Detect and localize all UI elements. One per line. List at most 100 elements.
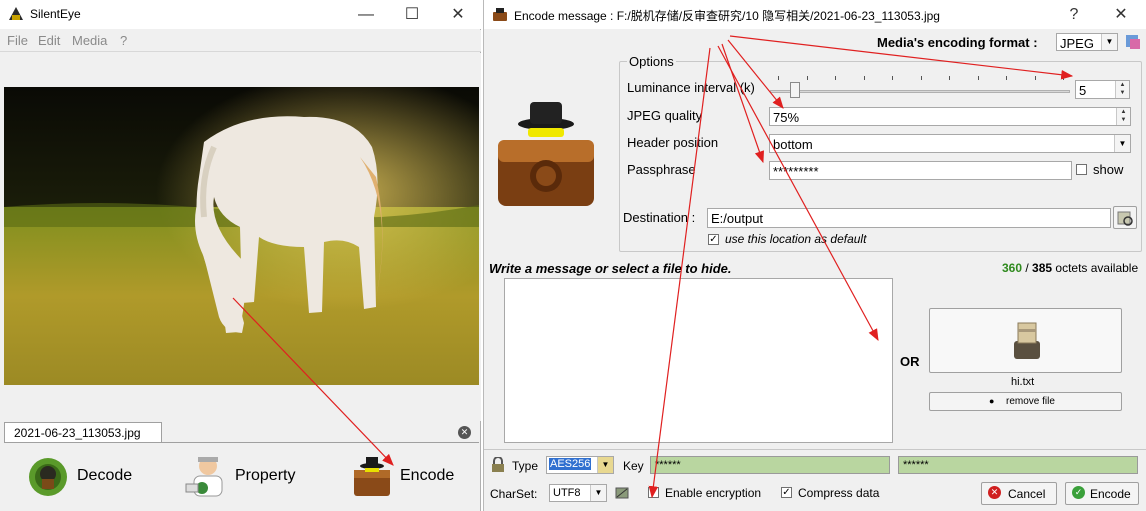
help-button[interactable]: ? <box>1054 0 1094 29</box>
folder-search-icon <box>1117 211 1133 226</box>
menu-edit[interactable]: Edit <box>38 33 60 48</box>
passphrase-input[interactable]: ********* <box>769 161 1072 180</box>
decode-label: Decode <box>77 467 133 484</box>
encode-button[interactable]: ✓ Encode <box>1065 482 1139 505</box>
slider-tick <box>1006 76 1007 80</box>
key-confirm-input[interactable]: ****** <box>898 456 1138 474</box>
remove-file-label: remove file <box>1006 396 1055 407</box>
luminance-value: 5 <box>1079 83 1087 98</box>
passphrase-value: ********* <box>773 164 819 179</box>
app-icon <box>9 7 23 20</box>
key-value: ****** <box>655 459 681 471</box>
show-label: show <box>1093 162 1124 177</box>
encode-tab-button[interactable]: Encode <box>348 452 468 502</box>
passphrase-label: Passphrase <box>627 162 696 177</box>
encode-dialog: Encode message : F:/脱机存储/反审查研究/10 隐写相关/2… <box>483 0 1146 511</box>
luminance-label: Luminance interval (k) <box>627 80 755 95</box>
slider-tick <box>977 76 979 80</box>
header-position-select[interactable]: bottom ▼ <box>769 134 1131 153</box>
encode-label: Encode <box>1090 487 1131 501</box>
slider-tick <box>1034 76 1036 80</box>
charset-select[interactable]: UTF8 ▼ <box>549 484 607 502</box>
menu-bar: File Edit Media ? <box>0 30 481 52</box>
charset-value: UTF8 <box>553 487 581 499</box>
slider-tick <box>1063 76 1064 80</box>
property-label: Property <box>235 467 296 484</box>
octets-suffix: octets available <box>1052 261 1139 275</box>
slider-tick <box>806 76 808 80</box>
octets-used: 360 <box>1002 261 1023 275</box>
browse-button[interactable] <box>1113 206 1137 229</box>
destination-value: E:/output <box>711 211 764 226</box>
file-archive-icon <box>1014 322 1040 359</box>
use-default-checkbox[interactable]: ✓ <box>708 234 719 245</box>
close-tab-icon[interactable]: ✕ <box>458 426 471 439</box>
minimize-button[interactable]: — <box>343 0 389 29</box>
slider-tick <box>920 76 922 80</box>
menu-media[interactable]: Media <box>72 33 107 48</box>
slider-tick <box>863 76 865 80</box>
key-input[interactable]: ****** <box>650 456 890 474</box>
close-button[interactable]: ✕ <box>435 0 481 29</box>
type-label: Type <box>512 459 539 473</box>
jpeg-quality-spinbox[interactable]: 75% ▲ ▼ <box>769 107 1131 126</box>
options-label: Options <box>627 54 676 69</box>
use-default-label: use this location as default <box>725 232 867 246</box>
encode-logo-icon <box>498 102 594 206</box>
title-bar: SilentEye — ☐ ✕ <box>0 0 481 29</box>
charset-tool-icon[interactable] <box>614 485 630 501</box>
header-position-value: bottom <box>773 137 813 152</box>
remove-file-button[interactable]: ● remove file <box>929 392 1122 411</box>
destination-label: Destination : <box>623 210 696 225</box>
luminance-spinbox[interactable]: 5 ▲ ▼ <box>1075 80 1130 99</box>
encode-briefcase-icon <box>354 457 390 496</box>
spin-arrows-icon[interactable]: ▲ ▼ <box>1115 81 1129 98</box>
destination-input[interactable]: E:/output <box>707 208 1111 228</box>
octets-available: 360 / 385 octets available <box>1002 261 1138 275</box>
message-textarea[interactable] <box>504 278 893 443</box>
encode-tab-label: Encode <box>400 467 455 484</box>
message-prompt: Write a message or select a file to hide… <box>489 261 732 276</box>
property-icon <box>185 457 223 497</box>
key-confirm-value: ****** <box>903 459 929 471</box>
slider-tick <box>892 76 893 80</box>
compress-label: Compress data <box>798 486 880 500</box>
charset-label: CharSet: <box>490 487 538 501</box>
dialog-title: Encode message : F:/脱机存储/反审查研究/10 隐写相关/2… <box>514 9 940 23</box>
horse-photo[interactable] <box>4 87 479 385</box>
menu-file[interactable]: File <box>7 33 28 48</box>
select-file-button[interactable] <box>929 308 1122 373</box>
slider-tick <box>778 76 779 80</box>
cancel-icon: ✕ <box>988 486 1001 499</box>
maximize-button[interactable]: ☐ <box>389 0 435 29</box>
file-tab[interactable]: 2021-06-23_113053.jpg <box>4 422 162 443</box>
format-select[interactable]: JPEG ▼ <box>1056 33 1118 51</box>
property-button[interactable]: Property <box>180 452 310 502</box>
enable-encryption-checkbox[interactable]: ✓ <box>648 487 659 498</box>
decode-icon <box>29 458 67 496</box>
menu-help[interactable]: ? <box>120 33 127 48</box>
format-label: Media's encoding format : <box>877 35 1038 50</box>
slider-track <box>770 90 1070 93</box>
enable-encryption-label: Enable encryption <box>665 486 762 500</box>
bottom-divider <box>484 449 1146 450</box>
format-settings-icon[interactable] <box>1124 33 1142 51</box>
compress-checkbox[interactable]: ✓ <box>781 487 792 498</box>
dialog-title-bar: Encode message : F:/脱机存储/反审查研究/10 隐写相关/2… <box>484 0 1146 29</box>
type-select[interactable]: AES256 ▼ <box>546 456 614 474</box>
cancel-button[interactable]: ✕ Cancel <box>981 482 1057 505</box>
type-value: AES256 <box>549 458 592 470</box>
spin-arrows-icon[interactable]: ▲ ▼ <box>1116 108 1130 125</box>
luminance-slider[interactable] <box>770 76 1070 100</box>
slider-tick <box>835 76 836 80</box>
chevron-down-icon: ▼ <box>1114 135 1130 152</box>
lock-icon <box>492 457 504 472</box>
header-position-label: Header position <box>627 135 719 150</box>
show-checkbox[interactable] <box>1076 164 1087 175</box>
slider-handle[interactable] <box>790 82 800 98</box>
or-label: OR <box>900 354 920 369</box>
dialog-close-button[interactable]: ✕ <box>1098 0 1144 29</box>
decode-button[interactable]: Decode <box>22 452 142 502</box>
jpeg-quality-value: 75% <box>773 110 800 125</box>
selected-file-name: hi.txt <box>1011 376 1035 388</box>
